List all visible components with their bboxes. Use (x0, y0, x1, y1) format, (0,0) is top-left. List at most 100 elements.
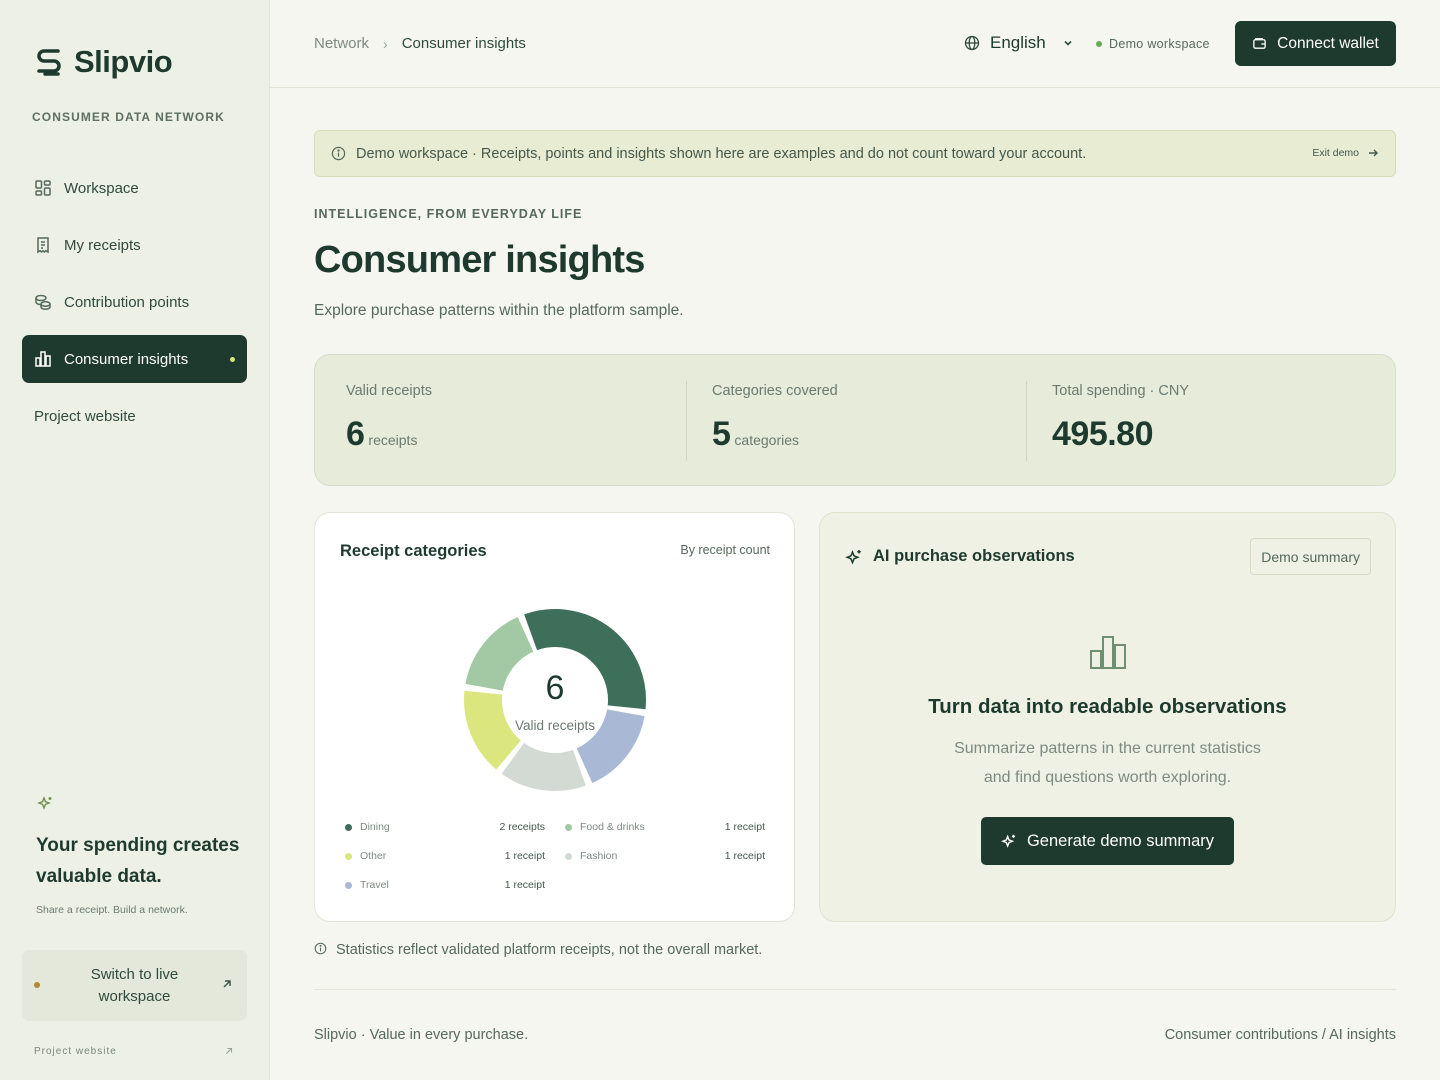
legend-swatch (345, 882, 352, 889)
stats-panel: Valid receipts 6 receipts Categories cov… (314, 354, 1396, 486)
footer-links: Consumer contributions / AI insights (1164, 1027, 1396, 1043)
legend-count: 1 receipt (724, 821, 765, 833)
top-header: Network › Consumer insights English Demo… (270, 0, 1440, 88)
legend-item-other: Other 1 receipt (345, 850, 545, 864)
breadcrumb-network[interactable]: Network (314, 35, 369, 52)
stat-divider (686, 381, 687, 461)
sidebar-item-consumer-insights[interactable]: Consumer insights (22, 335, 247, 383)
breadcrumb-current: Consumer insights (401, 35, 526, 52)
sidebar-item-project-website[interactable]: Project website (22, 392, 247, 440)
demo-summary-badge: Demo summary (1250, 538, 1371, 575)
stat-categories-covered: Categories covered 5 categories (712, 383, 838, 454)
donut-center-value: 6 (545, 669, 565, 707)
workspace-tag-label: Demo workspace (1109, 37, 1210, 51)
stat-unit: categories (734, 432, 800, 448)
sparkle-icon (37, 796, 52, 810)
legend-swatch (565, 853, 572, 860)
sidebar-item-contribution-points[interactable]: Contribution points (22, 278, 247, 326)
chevron-right-icon: › (383, 35, 388, 52)
card-title: AI purchase observations (873, 547, 1075, 565)
logo-mark-icon (37, 49, 61, 76)
sparkle-icon (1000, 834, 1015, 848)
status-dot (1096, 41, 1102, 47)
legend-item-fashion: Fashion 1 receipt (565, 850, 765, 864)
stat-divider (1026, 381, 1027, 461)
coins-icon (34, 293, 52, 311)
legend-name: Dining (360, 821, 390, 833)
footer-tagline: Slipvio · Value in every purchase. (314, 1027, 529, 1043)
promo-subtitle: Share a receipt. Build a network. (36, 904, 188, 916)
info-icon (314, 942, 327, 954)
info-icon (331, 146, 346, 161)
donut-center: 6 Valid receipts (460, 669, 650, 733)
arrow-up-right-icon (226, 1047, 233, 1054)
status-dot (34, 982, 40, 988)
ai-description-line: Summarize patterns in the current statis… (954, 740, 1261, 757)
donut-center-label: Valid receipts (514, 718, 596, 733)
legend-count: 1 receipt (724, 850, 765, 862)
receipt-icon (34, 236, 52, 254)
footer-divider (314, 989, 1396, 990)
stat-value: 5 (712, 415, 731, 453)
workspace-status-badge: Demo workspace (1096, 37, 1210, 51)
stat-total-spending: Total spending · CNY 495.80 (1052, 383, 1189, 454)
demo-banner: Demo workspace · Receipts, points and in… (314, 130, 1396, 177)
ai-description-line: and find questions worth exploring. (983, 769, 1232, 786)
generate-demo-summary-button[interactable]: Generate demo summary (981, 817, 1234, 865)
brand-logo[interactable]: Slipvio (34, 44, 173, 80)
promo-title: Your spending creates valuable data. (36, 835, 240, 887)
ai-observations-card: AI purchase observations Demo summary Tu… (819, 512, 1396, 922)
bar-chart-icon (1090, 636, 1126, 669)
stat-label: Categories covered (712, 383, 838, 399)
page-title: Consumer insights (314, 239, 645, 281)
legend-name: Food & drinks (580, 821, 645, 833)
bar-chart-icon (34, 350, 52, 368)
grid-icon (34, 179, 52, 197)
demo-banner-text: Demo workspace · Receipts, points and in… (356, 145, 1087, 162)
sidebar-item-label: Contribution points (64, 293, 190, 311)
language-label: English (990, 33, 1046, 52)
sparkle-icon (845, 549, 861, 565)
sidebar-item-label: My receipts (64, 236, 141, 254)
stat-label: Valid receipts (346, 383, 432, 399)
legend-count: 1 receipt (504, 879, 545, 891)
sidebar: Slipvio CONSUMER DATA NETWORK Workspace … (0, 0, 270, 1080)
stat-value: 6 (346, 415, 365, 453)
legend-item-travel: Travel 1 receipt (345, 879, 545, 893)
language-select[interactable]: English (964, 33, 1074, 53)
legend-name: Fashion (580, 850, 618, 862)
exit-demo-link[interactable]: Exit demo (1312, 147, 1379, 159)
connect-wallet-button[interactable]: Connect wallet (1235, 21, 1396, 66)
legend-item-dining: Dining 2 receipts (345, 821, 545, 835)
wallet-icon (1253, 38, 1266, 49)
legend-swatch (345, 853, 352, 860)
footer-project-website-link[interactable]: Project website (34, 1046, 234, 1057)
ai-empty-heading: Turn data into readable observations (928, 695, 1287, 718)
stat-unit: receipts (368, 432, 418, 448)
stat-label: Total spending · CNY (1052, 383, 1190, 399)
sidebar-item-label: Project website (34, 407, 136, 425)
chevron-down-icon (1064, 40, 1072, 46)
page-kicker: INTELLIGENCE, FROM EVERYDAY LIFE (314, 207, 583, 221)
page-subtitle: Explore purchase patterns within the pla… (314, 302, 684, 319)
connect-wallet-label: Connect wallet (1277, 34, 1379, 52)
switch-live-workspace-button[interactable]: Switch to live workspace (22, 950, 247, 1021)
card-title: Receipt categories (340, 542, 487, 560)
sidebar-item-my-receipts[interactable]: My receipts (22, 221, 247, 269)
statistics-note: Statistics reflect validated platform re… (314, 942, 762, 958)
sidebar-nav: Workspace My receipts Contribution point… (22, 164, 247, 449)
active-indicator-dot (230, 357, 235, 362)
legend-count: 1 receipt (504, 850, 545, 862)
stat-valid-receipts: Valid receipts 6 receipts (346, 383, 432, 454)
legend-item-food-drinks: Food & drinks 1 receipt (565, 821, 765, 835)
sidebar-item-workspace[interactable]: Workspace (22, 164, 247, 212)
donut-segment-fashion (501, 742, 586, 791)
stat-value: 495.80 (1052, 415, 1154, 453)
brand-tagline: CONSUMER DATA NETWORK (32, 110, 225, 124)
exit-demo-label: Exit demo (1312, 147, 1359, 159)
ai-empty-description: Summarize patterns in the current statis… (820, 734, 1395, 792)
legend-name: Other (360, 850, 387, 862)
receipt-categories-card: Receipt categories By receipt count 6 Va… (314, 512, 795, 922)
generate-button-label: Generate demo summary (1026, 831, 1215, 850)
sort-mode-label[interactable]: By receipt count (680, 543, 770, 557)
